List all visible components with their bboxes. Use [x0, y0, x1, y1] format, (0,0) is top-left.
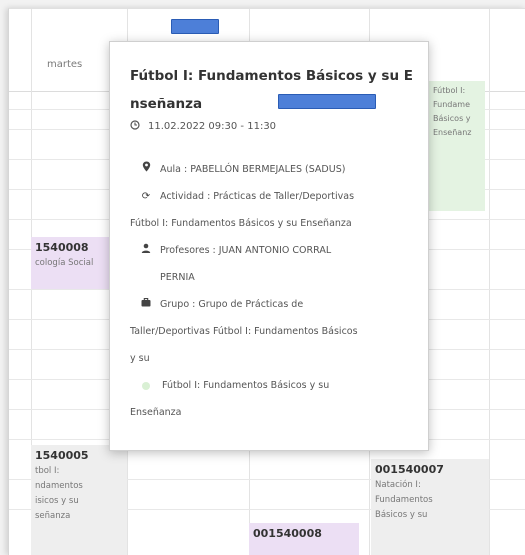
detail-profesores-cont: PERNIA	[160, 264, 450, 291]
event-title-line: señanza	[35, 511, 71, 521]
detail-grupo: Grupo : Grupo de Prácticas de	[130, 291, 420, 318]
event-time: 11.02.2022 09:30 - 11:30	[130, 120, 276, 133]
popup-title: Fútbol I: Fundamentos Básicos y su Enseñ…	[130, 68, 413, 112]
detail-actividad-cont: Fútbol I: Fundamentos Básicos y su Enseñ…	[130, 210, 420, 237]
detail-actividad: ⟳ Actividad : Prácticas de Taller/Deporti…	[130, 183, 420, 210]
event-code: 001540008	[253, 527, 322, 540]
event-title-line: Básicos y su	[375, 510, 428, 520]
detail-profesores: Profesores : JUAN ANTONIO CORRAL	[130, 237, 420, 264]
asignatura-text-cont: Enseñanza	[130, 407, 182, 418]
detail-aula: Aula : PABELLÓN BERMEJALES (SADUS)	[130, 156, 420, 183]
event-time-text: 11.02.2022 09:30 - 11:30	[148, 121, 277, 132]
calendar-event[interactable]: 001540007 Natación I: Fundamentos Básico…	[371, 459, 489, 555]
event-title-line: Natación I:	[375, 480, 421, 490]
briefcase-icon	[140, 291, 152, 318]
event-title-line: Básicos y	[433, 114, 471, 123]
column-divider	[489, 9, 490, 555]
calendar-event[interactable]: 1540005 tbol I: ndamentos isicos y su se…	[31, 445, 127, 555]
clock-icon	[130, 120, 140, 133]
day-header-martes: martes	[47, 59, 83, 70]
actividad-text: Actividad : Prácticas de Taller/Deportiv…	[160, 191, 355, 202]
event-title-line: Fútbol I:	[433, 86, 466, 95]
profesores-text-cont: PERNIA	[160, 272, 195, 283]
calendar-event[interactable]: Fútbol I: Fundame Básicos y Enseñanz	[427, 81, 485, 211]
location-pin-icon	[140, 156, 152, 183]
event-title-line: Fundamentos	[375, 495, 433, 505]
aula-text: Aula : PABELLÓN BERMEJALES (SADUS)	[160, 164, 346, 175]
redaction-bar	[171, 19, 219, 34]
grupo-text-cont: Taller/Deportivas Fútbol I: Fundamentos …	[130, 326, 358, 337]
color-dot-icon	[142, 381, 150, 390]
detail-asignatura-cont: Enseñanza	[130, 399, 420, 426]
grupo-text: Grupo : Grupo de Prácticas de	[160, 299, 304, 310]
asignatura-text: Fútbol I: Fundamentos Básicos y su	[162, 380, 330, 391]
grupo-text-cont-2: y su	[130, 353, 150, 364]
detail-asignatura: Fútbol I: Fundamentos Básicos y su	[130, 372, 420, 399]
event-title-line: ndamentos	[35, 481, 83, 491]
user-icon	[140, 237, 152, 264]
redaction-bar	[278, 94, 376, 109]
event-details-popup: Fútbol I: Fundamentos Básicos y su Enseñ…	[109, 41, 429, 451]
event-title-line: tbol I:	[35, 466, 60, 476]
calendar-frame: martes ernes 1540008 cología Social Fútb…	[8, 8, 525, 555]
event-title-line: Enseñanz	[433, 128, 472, 137]
profesores-text: Profesores : JUAN ANTONIO CORRAL	[160, 245, 332, 256]
calendar-event[interactable]: 001540008	[249, 523, 359, 555]
detail-grupo-cont-2: y su	[130, 345, 420, 372]
sync-icon: ⟳	[141, 191, 151, 202]
actividad-text-cont: Fútbol I: Fundamentos Básicos y su Enseñ…	[130, 218, 352, 229]
event-title-line: Fundame	[433, 100, 470, 109]
event-code: 001540007	[375, 463, 444, 476]
detail-grupo-cont: Taller/Deportivas Fútbol I: Fundamentos …	[130, 318, 420, 345]
event-title-line: isicos y su	[35, 496, 79, 506]
